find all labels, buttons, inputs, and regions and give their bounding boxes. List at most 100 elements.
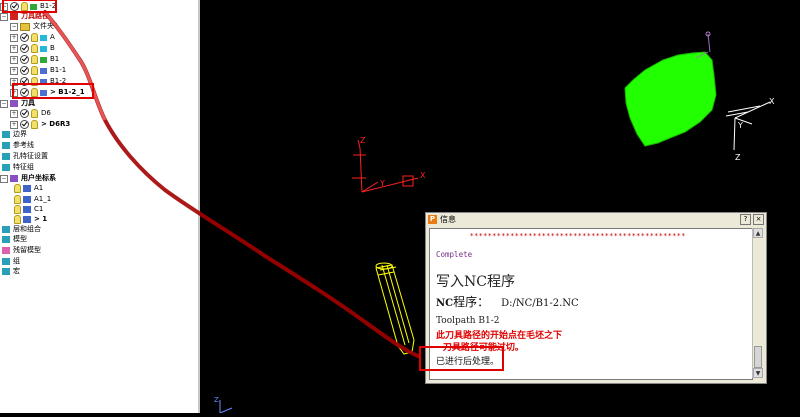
lightbulb-icon[interactable] (31, 77, 38, 86)
tree-item-label: 边界 (13, 130, 27, 138)
toolpath-icon (40, 89, 47, 96)
tree-item-label: > D6R3 (41, 120, 71, 128)
collapse-icon[interactable]: − (0, 12, 8, 21)
tree-item-label: B1-1 (50, 66, 67, 74)
check-icon[interactable] (20, 66, 29, 75)
lightbulb-icon[interactable] (31, 88, 38, 97)
collapse-icon[interactable]: − (0, 2, 8, 11)
tree-item-label: A1 (34, 184, 44, 192)
tree-item[interactable]: + B1-2 (10, 76, 66, 87)
toolpath-name: Toolpath B1-2 (436, 316, 500, 326)
tree-item-label: 模型 (13, 235, 27, 243)
tree-item[interactable]: + B1 (10, 54, 59, 65)
view-axis-z-label: Z (214, 396, 219, 404)
expand-icon[interactable]: + (10, 66, 18, 75)
expand-icon[interactable]: + (10, 88, 18, 97)
expand-icon[interactable]: + (10, 44, 18, 53)
help-button[interactable]: ? (740, 213, 751, 225)
lightbulb-icon[interactable] (31, 109, 38, 118)
dialog-message-area[interactable]: ****************************************… (429, 228, 753, 380)
complete-text: Complete (436, 250, 473, 259)
node-icon (23, 216, 31, 223)
write-nc-heading: 写入NC程序 (436, 274, 515, 290)
nc-path: D:/NC/B1-2.NC (501, 298, 579, 309)
check-icon[interactable] (10, 2, 19, 11)
workplane-axis-y-label: Y (379, 179, 385, 188)
model-axis-triad (725, 101, 771, 151)
dialog-titlebar[interactable]: P 信息 ? × (426, 213, 766, 225)
folder-icon (20, 22, 30, 31)
tree-item[interactable]: + A (10, 32, 55, 43)
node-icon (2, 164, 10, 171)
tree-item[interactable]: 孔特征设置 (0, 151, 48, 162)
check-icon[interactable] (20, 44, 29, 53)
node-icon (2, 258, 10, 265)
tree-item[interactable]: + B1-1 (10, 65, 66, 76)
lightbulb-icon[interactable] (31, 33, 38, 42)
expand-icon[interactable]: + (10, 33, 18, 42)
collapse-icon[interactable]: − (10, 22, 18, 31)
toolpath-icon (40, 67, 47, 74)
separator-stars: ****************************************… (470, 232, 686, 240)
check-icon[interactable] (20, 55, 29, 64)
lightbulb-icon[interactable] (31, 66, 38, 75)
check-icon[interactable] (20, 88, 29, 97)
tool-outline (375, 262, 415, 355)
tree-item-label: B1-2 (50, 77, 67, 85)
scroll-up-icon[interactable]: ▲ (753, 228, 763, 238)
tree-item[interactable]: 特征组 (0, 162, 34, 173)
toolpath-icon (40, 34, 47, 41)
workplane-axis-triad (352, 139, 419, 193)
tree-item[interactable]: + > B1-2_1 (10, 87, 85, 98)
model-axis-y-label: Y (737, 121, 743, 130)
check-icon[interactable] (20, 109, 29, 118)
tree-item-label: 宏 (13, 267, 20, 275)
collapse-icon[interactable]: − (0, 174, 8, 183)
lightbulb-icon[interactable] (21, 2, 28, 11)
expand-icon[interactable]: + (10, 77, 18, 86)
tree-item[interactable]: 模型 (0, 234, 27, 245)
green-model (624, 51, 717, 147)
collapse-icon[interactable]: − (0, 99, 8, 108)
node-icon (2, 142, 10, 149)
lightbulb-icon[interactable] (14, 205, 21, 214)
tree-item[interactable]: + D6 (10, 108, 51, 119)
expand-icon[interactable]: + (10, 109, 18, 118)
lightbulb-icon[interactable] (14, 184, 21, 193)
node-icon (10, 175, 18, 182)
tree-item[interactable]: A1 (12, 183, 43, 194)
tree-item[interactable]: 宏 (0, 266, 20, 277)
lightbulb-icon[interactable] (31, 44, 38, 53)
check-icon[interactable] (20, 77, 29, 86)
lightbulb-icon[interactable] (14, 215, 21, 224)
toolpath-icon (40, 56, 47, 63)
nc-program-line: NC程序： D:/NC/B1-2.NC (436, 293, 579, 310)
nc-label: 程序： (453, 295, 490, 309)
node-icon (2, 236, 10, 243)
tree-item-label: 参考线 (13, 141, 34, 149)
expand-icon[interactable]: + (10, 120, 18, 129)
node-icon (23, 185, 31, 192)
close-button[interactable]: × (753, 213, 764, 225)
lightbulb-icon[interactable] (31, 55, 38, 64)
node-icon (23, 196, 31, 203)
tree-item[interactable]: 参考线 (0, 140, 34, 151)
node-icon (2, 268, 10, 275)
lightbulb-icon[interactable] (31, 120, 38, 129)
scroll-thumb[interactable] (754, 346, 762, 368)
toolpath-icon (40, 78, 47, 85)
nc-prefix: NC (436, 298, 454, 309)
scroll-down-icon[interactable]: ▼ (753, 368, 763, 378)
tree-item-label: 文件夹1 (33, 22, 59, 30)
tree-item[interactable]: 残留模型 (0, 245, 41, 256)
dialog-scrollbar[interactable]: ▲ ▼ (752, 228, 763, 378)
tree-item[interactable]: 边界 (0, 129, 27, 140)
expand-icon[interactable]: + (10, 55, 18, 64)
tree-item[interactable]: + B (10, 43, 55, 54)
tree-item-label: 特征组 (13, 163, 34, 171)
tree-item[interactable]: − 文件夹1 (10, 21, 58, 32)
check-icon[interactable] (20, 33, 29, 42)
node-icon (10, 13, 18, 20)
check-icon[interactable] (20, 120, 29, 129)
lightbulb-icon[interactable] (14, 195, 21, 204)
